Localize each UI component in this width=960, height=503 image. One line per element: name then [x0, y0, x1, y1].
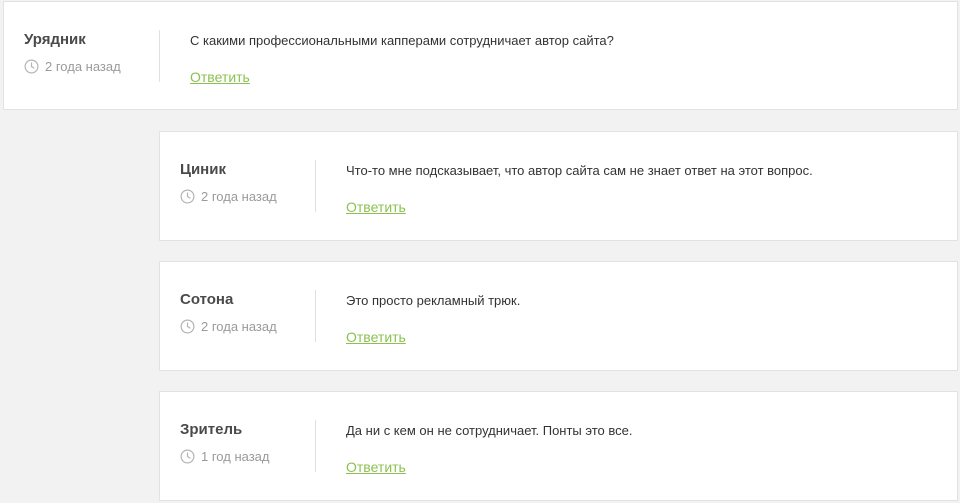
comment-time: 1 год назад	[201, 449, 270, 464]
comment-time: 2 года назад	[201, 189, 277, 204]
comment-author: Сотона	[180, 291, 234, 308]
comment: Урядник 2 года назад С какими профессион…	[3, 1, 958, 110]
comment: Зритель 1 год назад Да ни с кем он не со…	[159, 391, 958, 501]
comment: Циник 2 года назад Что-то мне подсказыва…	[159, 131, 958, 241]
comment-text: Это просто рекламный трюк.	[346, 293, 521, 308]
comment-text: Что-то мне подсказывает, что автор сайта…	[346, 163, 813, 178]
comment-meta: 2 года назад	[180, 189, 277, 204]
divider	[315, 290, 316, 342]
clock-icon	[180, 319, 195, 334]
comment-author: Циник	[180, 161, 226, 178]
reply-link[interactable]: Ответить	[346, 329, 406, 345]
clock-icon	[24, 59, 39, 74]
clock-icon	[180, 449, 195, 464]
comment-text: Да ни с кем он не сотрудничает. Понты эт…	[346, 423, 633, 438]
comment-time: 2 года назад	[201, 319, 277, 334]
comment-time: 2 года назад	[45, 59, 121, 74]
clock-icon	[180, 189, 195, 204]
comment-meta: 2 года назад	[24, 59, 121, 74]
divider	[315, 420, 316, 472]
reply-link[interactable]: Ответить	[190, 69, 250, 85]
divider	[315, 160, 316, 212]
comment-meta: 2 года назад	[180, 319, 277, 334]
comment: Сотона 2 года назад Это просто рекламный…	[159, 261, 958, 371]
comment-author: Зритель	[180, 421, 243, 438]
reply-link[interactable]: Ответить	[346, 459, 406, 475]
comment-author: Урядник	[24, 31, 86, 48]
reply-link[interactable]: Ответить	[346, 199, 406, 215]
comment-text: С какими профессиональными капперами сот…	[190, 33, 614, 48]
divider	[159, 30, 160, 82]
comment-meta: 1 год назад	[180, 449, 269, 464]
